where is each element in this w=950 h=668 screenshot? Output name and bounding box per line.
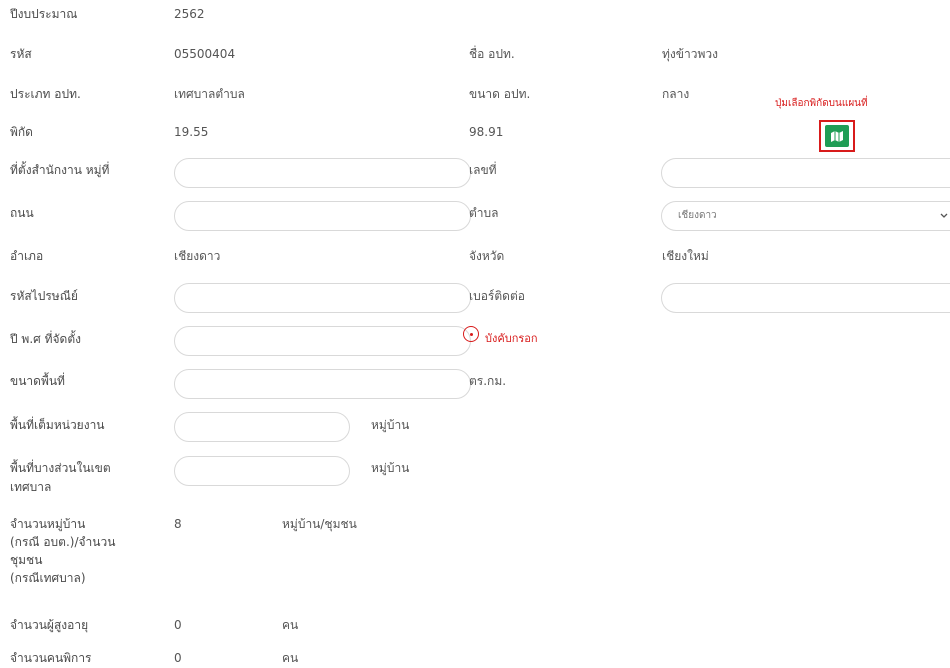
fiscal-year-label: ปีงบประมาณ [10, 7, 78, 21]
road-label: ถนน [10, 206, 34, 220]
office-village-input[interactable] [174, 158, 471, 188]
org-name-value: ทุ่งข้าวพวง [662, 47, 718, 61]
coordinates-label: พิกัด [10, 125, 33, 139]
area-input[interactable] [174, 369, 471, 399]
village-count-value: 8 [174, 517, 182, 531]
village-count-unit: หมู่บ้าน/ชุมชน [282, 517, 357, 531]
house-no-input[interactable] [661, 158, 950, 188]
full-area-label: พื้นที่เต็มหน่วยงาน [10, 418, 105, 432]
village-count-label-4: (กรณีเทศบาล) [10, 571, 86, 585]
longitude-value: 98.91 [469, 125, 504, 139]
village-count-label: จำนวนหมู่บ้าน [10, 517, 86, 531]
area-label: ขนาดพื้นที่ [10, 374, 65, 388]
map-picker-hint: ปุ่มเลือกพิกัดบนแผนที่ [775, 98, 868, 109]
postal-code-input[interactable] [174, 283, 471, 313]
disabled-count-label: จำนวนคนพิการ [10, 651, 92, 665]
road-input[interactable] [174, 201, 471, 231]
fiscal-year-value: 2562 [174, 7, 205, 21]
office-village-label: ที่ตั้งสำนักงาน หมู่ที่ [10, 163, 110, 177]
village-count-label-2: (กรณี อบต.)/จำนวน [10, 535, 116, 549]
disabled-count-unit: คน [282, 651, 299, 665]
partial-area-label: พื้นที่บางส่วนในเขต [10, 461, 111, 475]
org-type-label: ประเภท อปท. [10, 87, 81, 101]
map-icon [825, 125, 849, 147]
subdistrict-select[interactable]: เชียงดาว [661, 201, 950, 231]
chevron-down-icon [940, 213, 948, 218]
map-picker-button[interactable] [819, 120, 855, 152]
required-note: บังคับกรอก [485, 332, 538, 345]
district-value: เชียงดาว [174, 249, 221, 263]
district-label: อำเภอ [10, 249, 44, 263]
postal-code-label: รหัสไปรษณีย์ [10, 289, 78, 303]
phone-label: เบอร์ติดต่อ [469, 289, 525, 303]
elderly-count-label: จำนวนผู้สูงอายุ [10, 618, 89, 632]
area-unit: ตร.กม. [469, 374, 507, 388]
org-name-label: ชื่อ อปท. [469, 47, 515, 61]
established-year-input[interactable] [174, 326, 471, 356]
partial-area-input[interactable] [174, 456, 350, 486]
required-icon [463, 326, 479, 342]
house-no-label: เลขที่ [469, 163, 497, 177]
code-value: 05500404 [174, 47, 236, 61]
partial-area-label-2: เทศบาล [10, 480, 52, 494]
org-size-label: ขนาด อปท. [469, 87, 531, 101]
province-label: จังหวัด [469, 249, 505, 263]
disabled-count-value: 0 [174, 651, 182, 665]
established-year-label: ปี พ.ศ ที่จัดตั้ง [10, 332, 81, 346]
province-value: เชียงใหม่ [662, 249, 709, 263]
subdistrict-selected: เชียงดาว [678, 210, 717, 221]
full-area-input[interactable] [174, 412, 350, 442]
elderly-count-value: 0 [174, 618, 182, 632]
full-area-unit: หมู่บ้าน [371, 418, 410, 432]
village-count-label-3: ชุมชน [10, 553, 43, 567]
partial-area-unit: หมู่บ้าน [371, 461, 410, 475]
org-size-value: กลาง [662, 87, 690, 101]
code-label: รหัส [10, 47, 32, 61]
latitude-value: 19.55 [174, 125, 209, 139]
elderly-count-unit: คน [282, 618, 299, 632]
org-type-value: เทศบาลตำบล [174, 87, 245, 101]
phone-input[interactable] [661, 283, 950, 313]
subdistrict-label: ตำบล [469, 206, 499, 220]
